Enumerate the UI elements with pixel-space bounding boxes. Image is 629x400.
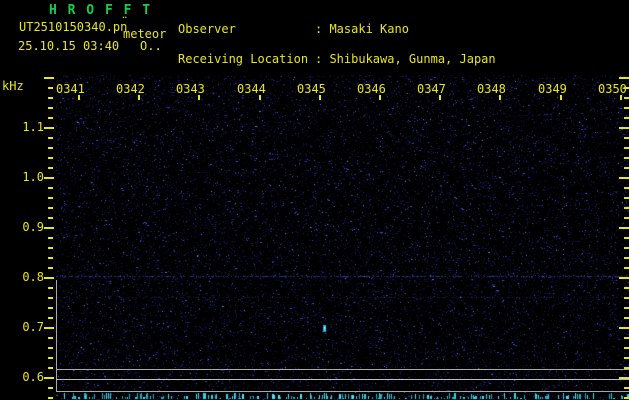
freq-tick-left bbox=[44, 127, 54, 129]
freq-tick-left bbox=[48, 297, 53, 299]
khz-axis-label: kHz bbox=[2, 79, 24, 93]
freq-tick-left bbox=[48, 157, 53, 159]
freq-tick-label: 1.1 bbox=[22, 120, 44, 134]
info-value: Masaki Kano bbox=[329, 22, 409, 36]
spectrogram-filename: UT2510150340.pn bbox=[19, 20, 128, 34]
freq-tick-left bbox=[48, 387, 53, 389]
freq-tick-left bbox=[44, 227, 54, 229]
status-indicator: O.. bbox=[140, 39, 162, 53]
freq-tick-left bbox=[44, 277, 54, 279]
level-axis-line bbox=[56, 280, 57, 392]
freq-tick-label: 0.8 bbox=[22, 270, 44, 284]
freq-tick-left bbox=[44, 177, 54, 179]
freq-tick-left bbox=[48, 97, 53, 99]
level-gridline bbox=[56, 379, 629, 380]
info-row: Observer: Masaki Kano bbox=[178, 22, 553, 36]
info-colon: : bbox=[315, 22, 330, 36]
freq-tick-left bbox=[48, 287, 53, 289]
freq-tick-left bbox=[48, 167, 53, 169]
freq-tick-left bbox=[48, 187, 53, 189]
freq-tick-left bbox=[48, 197, 53, 199]
spectrogram-canvas bbox=[56, 75, 629, 400]
info-label: Observer bbox=[178, 22, 236, 36]
info-colon: : bbox=[315, 52, 330, 66]
freq-tick-left bbox=[48, 217, 53, 219]
freq-tick-left bbox=[48, 317, 53, 319]
freq-tick-left bbox=[48, 147, 53, 149]
freq-tick-left bbox=[48, 237, 53, 239]
level-gridline bbox=[56, 391, 629, 392]
freq-tick-left bbox=[48, 337, 53, 339]
freq-tick-left bbox=[48, 207, 53, 209]
info-row: Receiving Location: Shibukawa, Gunma, Ja… bbox=[178, 52, 553, 66]
freq-tick-left bbox=[48, 257, 53, 259]
info-value: Shibukawa, Gunma, Japan bbox=[329, 52, 496, 66]
freq-tick-left bbox=[48, 367, 53, 369]
freq-tick-left bbox=[48, 107, 53, 109]
freq-tick-label: 0.7 bbox=[22, 320, 44, 334]
freq-tick-left bbox=[44, 377, 54, 379]
freq-tick-left bbox=[48, 347, 53, 349]
level-gridline bbox=[56, 369, 629, 370]
freq-tick-left bbox=[48, 247, 53, 249]
freq-tick-left bbox=[48, 87, 53, 89]
timestamp: 25.10.15 03:40 bbox=[18, 39, 120, 53]
freq-tick-left bbox=[44, 77, 54, 79]
freq-tick-left bbox=[48, 137, 53, 139]
app-title: H R O F F T bbox=[49, 3, 152, 18]
freq-tick-left bbox=[48, 117, 53, 119]
hrofft-window: H R O F F T UT2510150340.pn ¨ meteor 25.… bbox=[0, 0, 629, 400]
freq-tick-left bbox=[48, 357, 53, 359]
info-label: Receiving Location bbox=[178, 52, 309, 66]
freq-tick-label: 0.6 bbox=[22, 370, 44, 384]
freq-tick-left bbox=[48, 267, 53, 269]
freq-tick-left bbox=[48, 397, 53, 399]
freq-tick-left bbox=[44, 327, 54, 329]
freq-tick-label: 0.9 bbox=[22, 220, 44, 234]
freq-tick-left bbox=[48, 307, 53, 309]
freq-tick-label: 1.0 bbox=[22, 170, 44, 184]
